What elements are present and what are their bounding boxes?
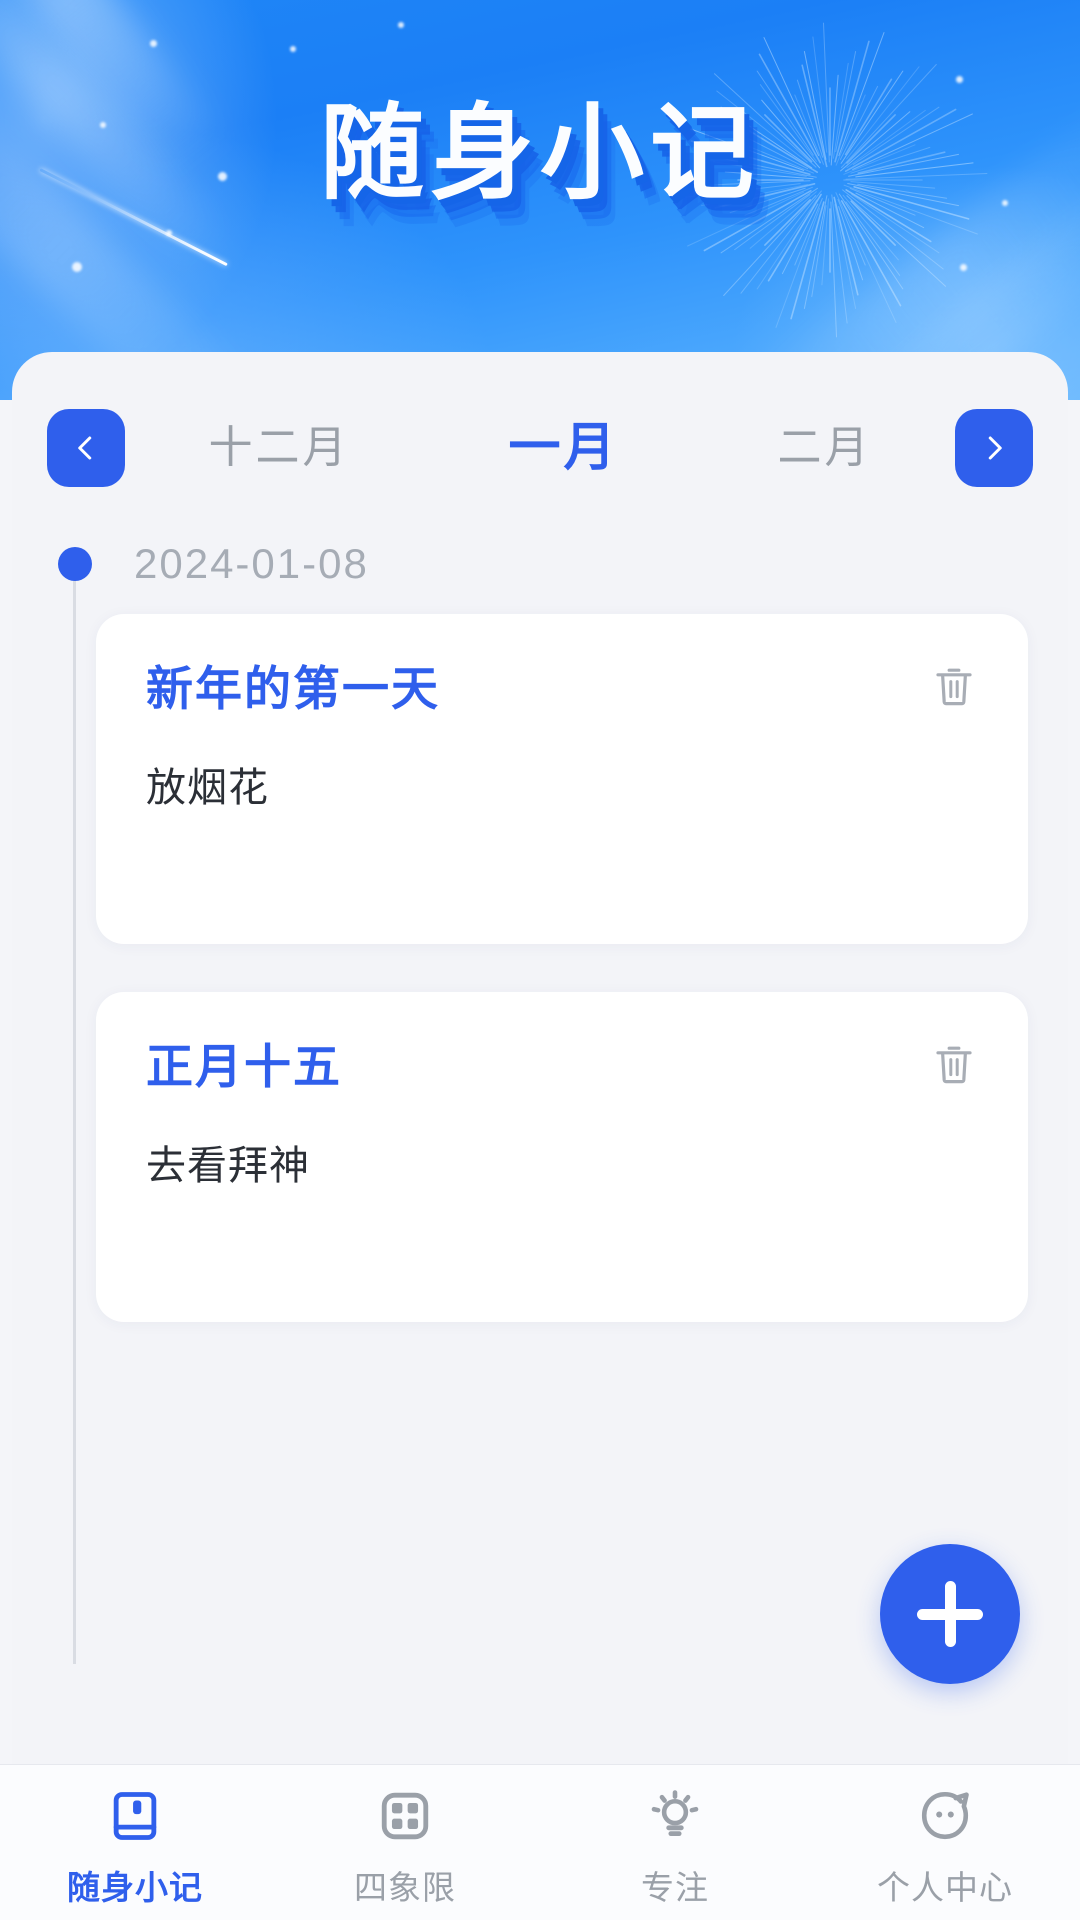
star-dot: [72, 262, 82, 272]
page-header: 随身小记: [0, 0, 1080, 400]
delete-note-button[interactable]: [926, 1036, 982, 1092]
note-title: 正月十五: [146, 1040, 342, 1093]
plus-icon-vertical: [944, 1581, 956, 1647]
content-panel: 十二月 一月 二月 2024-01-08 新年的第一天 放烟花 正月十五 去看拜…: [12, 352, 1068, 1764]
month-selector: 十二月 一月 二月: [12, 400, 1068, 496]
tab-label: 专注: [641, 1869, 709, 1906]
tab-quadrant[interactable]: 四象限: [270, 1765, 540, 1920]
app-root: 随身小记 十二月 一月 二月 2024-01-08 新年的第一天 放烟花 正月十…: [0, 0, 1080, 1920]
note-card[interactable]: 新年的第一天 放烟花: [96, 614, 1028, 944]
chevron-left-icon: [78, 436, 92, 460]
quadrant-icon: [372, 1783, 438, 1849]
tab-profile[interactable]: 个人中心: [810, 1765, 1080, 1920]
note-body: 去看拜神: [146, 1144, 310, 1189]
tab-label: 随身小记: [67, 1869, 203, 1906]
note-card[interactable]: 正月十五 去看拜神: [96, 992, 1028, 1322]
trash-icon: [936, 1046, 972, 1084]
profile-face-icon: [912, 1783, 978, 1849]
prev-month-button[interactable]: [47, 409, 125, 487]
timeline-date: 2024-01-08: [134, 540, 369, 587]
month-item-current[interactable]: 一月: [498, 416, 628, 480]
note-title: 新年的第一天: [146, 662, 440, 715]
add-note-fab[interactable]: [880, 1544, 1020, 1684]
timeline-date-row: 2024-01-08: [12, 532, 369, 596]
chevron-right-icon: [988, 436, 1002, 460]
tab-label: 个人中心: [877, 1869, 1013, 1906]
delete-note-button[interactable]: [926, 658, 982, 714]
next-month-button[interactable]: [955, 409, 1033, 487]
month-list: 十二月 一月 二月: [125, 416, 955, 480]
star-dot: [166, 230, 172, 236]
star-dot: [960, 264, 967, 271]
star-dot: [956, 76, 963, 83]
bulb-icon: [642, 1783, 708, 1849]
star-dot: [150, 40, 157, 47]
book-icon: [102, 1783, 168, 1849]
tab-notes[interactable]: 随身小记: [0, 1765, 270, 1920]
month-item-prev[interactable]: 十二月: [198, 420, 359, 476]
timeline-dot: [58, 547, 92, 581]
bottom-navigation: 随身小记 四象限 专注 个人中心: [0, 1764, 1080, 1920]
page-title: 随身小记: [319, 96, 760, 212]
star-dot: [290, 46, 296, 52]
month-item-next[interactable]: 二月: [767, 420, 881, 476]
note-body: 放烟花: [146, 766, 269, 811]
note-card-list: 新年的第一天 放烟花 正月十五 去看拜神: [12, 614, 1068, 1370]
tab-label: 四象限: [354, 1869, 456, 1906]
star-dot: [398, 22, 404, 28]
tab-focus[interactable]: 专注: [540, 1765, 810, 1920]
trash-icon: [936, 668, 972, 706]
